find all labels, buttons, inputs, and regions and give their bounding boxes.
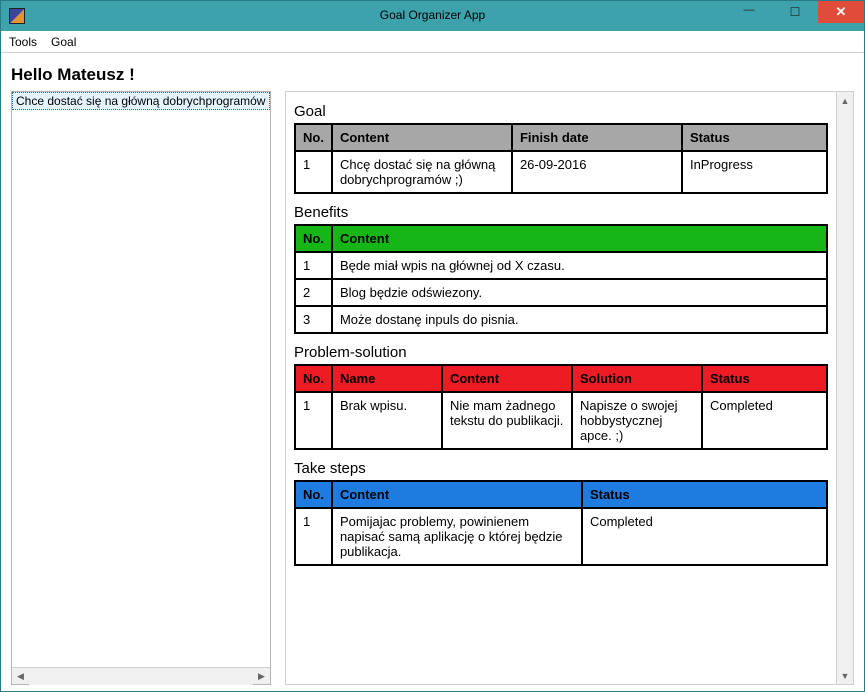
benefits-table: No. Content 1 Będe miał wpis na głównej … bbox=[294, 224, 828, 334]
cell-name: Brak wpisu. bbox=[332, 392, 442, 449]
scroll-down-icon[interactable]: ▼ bbox=[837, 667, 853, 684]
col-header: Content bbox=[332, 124, 512, 151]
col-header: Status bbox=[682, 124, 827, 151]
col-header: Solution bbox=[572, 365, 702, 392]
cell-no: 1 bbox=[295, 508, 332, 565]
col-header: Finish date bbox=[512, 124, 682, 151]
col-header: Content bbox=[332, 225, 827, 252]
section-title-take-steps: Take steps bbox=[294, 460, 828, 477]
minimize-button[interactable] bbox=[726, 1, 772, 23]
app-window: Goal Organizer App Tools Goal Hello Mate… bbox=[0, 0, 865, 692]
scroll-track[interactable] bbox=[837, 109, 853, 667]
window-controls bbox=[726, 1, 864, 23]
window-title: Goal Organizer App bbox=[380, 8, 485, 22]
body-area: Hello Mateusz ! Chce dostać się na główn… bbox=[1, 53, 864, 691]
cell-content: Pomijajac problemy, powinienem napisać s… bbox=[332, 508, 582, 565]
cell-no: 1 bbox=[295, 392, 332, 449]
table-row: 1 Będe miał wpis na głównej od X czasu. bbox=[295, 252, 827, 279]
table-row: 1 Chcę dostać się na główną dobrychprogr… bbox=[295, 151, 827, 193]
horizontal-scrollbar[interactable]: ◀ ▶ bbox=[12, 667, 270, 684]
cell-status: InProgress bbox=[682, 151, 827, 193]
cell-content: Może dostanę inpuls do pisnia. bbox=[332, 306, 827, 333]
split-pane: Chce dostać się na główną dobrychprogram… bbox=[11, 91, 854, 685]
col-header: No. bbox=[295, 365, 332, 392]
details-pane: Goal No. Content Finish date Status 1 Ch… bbox=[285, 91, 854, 685]
cell-solution: Napisze o swojej hobbystycznej apce. ;) bbox=[572, 392, 702, 449]
cell-content: Nie mam żadnego tekstu do publikacji. bbox=[442, 392, 572, 449]
col-header: Name bbox=[332, 365, 442, 392]
scroll-right-icon[interactable]: ▶ bbox=[253, 668, 270, 685]
section-title-problem-solution: Problem-solution bbox=[294, 344, 828, 361]
close-button[interactable] bbox=[818, 1, 864, 23]
table-row: 3 Może dostanę inpuls do pisnia. bbox=[295, 306, 827, 333]
cell-content: Chcę dostać się na główną dobrychprogram… bbox=[332, 151, 512, 193]
table-row: 1 Pomijajac problemy, powinienem napisać… bbox=[295, 508, 827, 565]
scroll-track[interactable] bbox=[29, 668, 253, 685]
col-header: Content bbox=[442, 365, 572, 392]
cell-no: 3 bbox=[295, 306, 332, 333]
cell-no: 2 bbox=[295, 279, 332, 306]
goal-table: No. Content Finish date Status 1 Chcę do… bbox=[294, 123, 828, 194]
titlebar[interactable]: Goal Organizer App bbox=[1, 1, 864, 31]
scroll-up-icon[interactable]: ▲ bbox=[837, 92, 853, 109]
col-header: Content bbox=[332, 481, 582, 508]
table-row: 1 Brak wpisu. Nie mam żadnego tekstu do … bbox=[295, 392, 827, 449]
goals-list-pane: Chce dostać się na główną dobrychprogram… bbox=[11, 91, 271, 685]
cell-content: Blog będzie odświezony. bbox=[332, 279, 827, 306]
col-header: Status bbox=[702, 365, 827, 392]
list-item[interactable]: Chce dostać się na główną dobrychprogram… bbox=[12, 92, 270, 110]
menu-tools[interactable]: Tools bbox=[9, 35, 37, 49]
menu-goal[interactable]: Goal bbox=[51, 35, 76, 49]
problem-solution-table: No. Name Content Solution Status 1 Brak … bbox=[294, 364, 828, 450]
menubar: Tools Goal bbox=[1, 31, 864, 53]
cell-no: 1 bbox=[295, 151, 332, 193]
app-icon bbox=[9, 8, 25, 24]
section-title-benefits: Benefits bbox=[294, 204, 828, 221]
vertical-scrollbar[interactable]: ▲ ▼ bbox=[836, 92, 853, 684]
cell-no: 1 bbox=[295, 252, 332, 279]
cell-status: Completed bbox=[702, 392, 827, 449]
cell-status: Completed bbox=[582, 508, 827, 565]
cell-content: Będe miał wpis na głównej od X czasu. bbox=[332, 252, 827, 279]
col-header: No. bbox=[295, 481, 332, 508]
goals-listbox[interactable]: Chce dostać się na główną dobrychprogram… bbox=[12, 92, 270, 667]
maximize-button[interactable] bbox=[772, 1, 818, 23]
greeting-label: Hello Mateusz ! bbox=[11, 65, 854, 85]
col-header: No. bbox=[295, 124, 332, 151]
col-header: Status bbox=[582, 481, 827, 508]
details-content: Goal No. Content Finish date Status 1 Ch… bbox=[286, 92, 836, 684]
cell-finish-date: 26-09-2016 bbox=[512, 151, 682, 193]
col-header: No. bbox=[295, 225, 332, 252]
table-row: 2 Blog będzie odświezony. bbox=[295, 279, 827, 306]
section-title-goal: Goal bbox=[294, 103, 828, 120]
take-steps-table: No. Content Status 1 Pomijajac problemy,… bbox=[294, 480, 828, 566]
scroll-left-icon[interactable]: ◀ bbox=[12, 668, 29, 685]
